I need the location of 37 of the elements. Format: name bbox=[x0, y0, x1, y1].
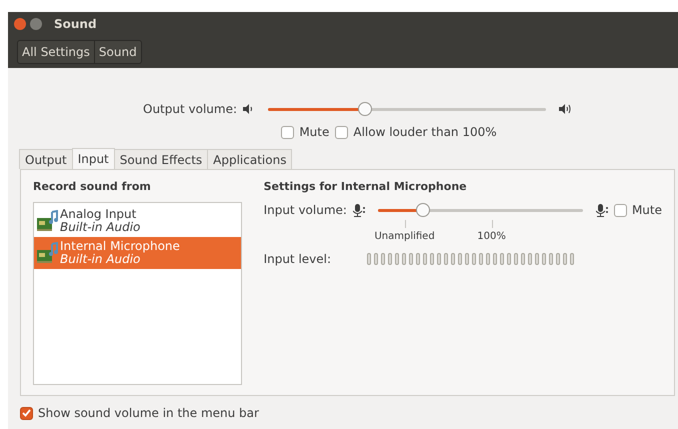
close-icon[interactable] bbox=[14, 18, 26, 30]
speaker-icon bbox=[243, 104, 255, 114]
microphone-icon bbox=[596, 204, 608, 216]
device-name: Internal Microphone bbox=[60, 240, 180, 253]
microphone-icon bbox=[352, 204, 365, 216]
slider-thumb[interactable] bbox=[416, 202, 430, 216]
breadcrumb-button[interactable]: All Settings bbox=[18, 40, 94, 62]
device-description: Built-in Audio bbox=[60, 253, 140, 266]
breadcrumb-button[interactable]: Sound bbox=[94, 40, 141, 62]
section-heading: Record sound from bbox=[33, 180, 152, 193]
checkbox[interactable] bbox=[281, 126, 294, 138]
window-title: Sound bbox=[54, 16, 97, 30]
slider-thumb[interactable] bbox=[358, 102, 372, 116]
checkbox-label: Show sound volume in the menu bar bbox=[38, 406, 259, 420]
checkbox-label: Allow louder than 100% bbox=[353, 125, 497, 139]
tab[interactable]: Input bbox=[72, 148, 115, 169]
checkbox-label: Mute bbox=[299, 125, 330, 139]
device-item[interactable]: Analog Input Built-in Audio bbox=[34, 205, 241, 237]
checkbox[interactable] bbox=[614, 204, 627, 216]
minimize-icon[interactable] bbox=[30, 18, 42, 30]
checkbox[interactable] bbox=[20, 406, 33, 420]
sound-card-icon bbox=[36, 210, 58, 232]
checkbox[interactable] bbox=[335, 126, 348, 138]
device-name: Analog Input bbox=[60, 208, 138, 221]
device-description: Built-in Audio bbox=[60, 221, 140, 234]
input-volume-label: Input volume: bbox=[264, 203, 347, 217]
tab[interactable]: Sound Effects bbox=[114, 149, 208, 169]
tab[interactable]: Output bbox=[19, 149, 73, 169]
speaker-icon bbox=[559, 104, 571, 114]
slider-mark-label: 100% bbox=[477, 231, 506, 242]
output-volume-label: Output volume: bbox=[143, 102, 237, 116]
checkbox-label: Mute bbox=[632, 203, 662, 217]
slider-mark-label: Unamplified bbox=[374, 231, 435, 242]
section-heading: Settings for Internal Microphone bbox=[264, 180, 468, 193]
tab[interactable]: Applications bbox=[207, 149, 292, 169]
sound-card-icon bbox=[36, 242, 58, 264]
input-level-label: Input level: bbox=[264, 252, 332, 266]
